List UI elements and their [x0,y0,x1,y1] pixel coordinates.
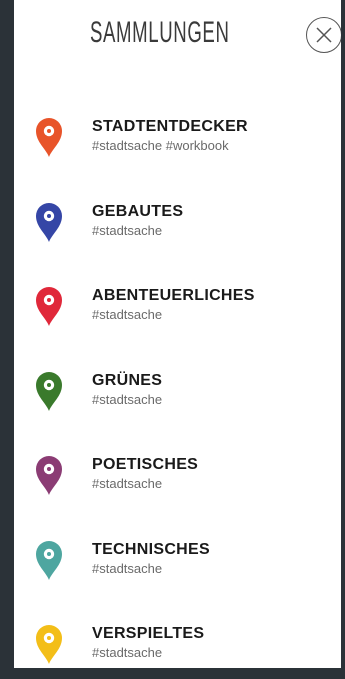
collection-text: GRÜNES #stadtsache [92,372,162,408]
close-button[interactable] [306,17,342,53]
map-pin-icon [34,454,64,496]
map-pin-icon [34,285,64,327]
collection-item[interactable]: GEBAUTES #stadtsache [14,197,341,257]
collection-name: ABENTEUERLICHES [92,287,255,304]
collection-name: GRÜNES [92,371,163,389]
map-pin-icon [34,116,64,158]
map-pin-icon [34,539,64,581]
collection-name: POETISCHES [92,456,199,473]
header: SAMMLUNGEN [14,0,342,80]
collection-tags: #stadtsache [92,391,163,407]
collection-name: STADTENTDECKER [92,118,248,135]
map-pin-icon [34,370,64,412]
collection-tags: #stadtsache [92,476,163,491]
page-title: SAMMLUNGEN [90,16,230,49]
collections-panel: SAMMLUNGEN STADTENTDECKER #stadtsache #wo… [14,0,342,668]
close-icon [316,27,332,43]
right-edge [341,0,345,668]
collection-name: GEBAUTES [92,202,184,220]
collection-text: GEBAUTES #stadtsache [92,203,183,239]
map-pin-icon [34,623,64,665]
collection-item[interactable]: POETISCHES #stadtsache [14,450,341,510]
collection-item[interactable]: ABENTEUERLICHES #stadtsache [14,281,341,341]
collection-tags: #stadtsache [92,560,163,576]
collection-text: ABENTEUERLICHES #stadtsache [92,287,255,323]
collection-name: TECHNISCHES [92,540,210,558]
map-pin-icon [34,201,64,243]
collection-item[interactable]: GRÜNES #stadtsache [14,366,341,426]
collection-name: VERSPIELTES [92,625,205,642]
collection-tags: #stadtsache #workbook [92,138,229,153]
collection-item[interactable]: STADTENTDECKER #stadtsache #workbook [14,112,341,172]
collection-tags: #stadtsache [92,307,163,322]
collection-tags: #stadtsache [92,222,163,238]
collection-item[interactable]: VERSPIELTES #stadtsache [14,619,341,679]
collection-tags: #stadtsache [92,645,163,660]
collection-text: STADTENTDECKER #stadtsache #workbook [92,118,248,154]
collection-text: VERSPIELTES #stadtsache [92,625,204,661]
collection-text: POETISCHES #stadtsache [92,456,198,492]
collection-item[interactable]: TECHNISCHES #stadtsache [14,535,341,595]
collection-text: TECHNISCHES #stadtsache [92,541,210,577]
